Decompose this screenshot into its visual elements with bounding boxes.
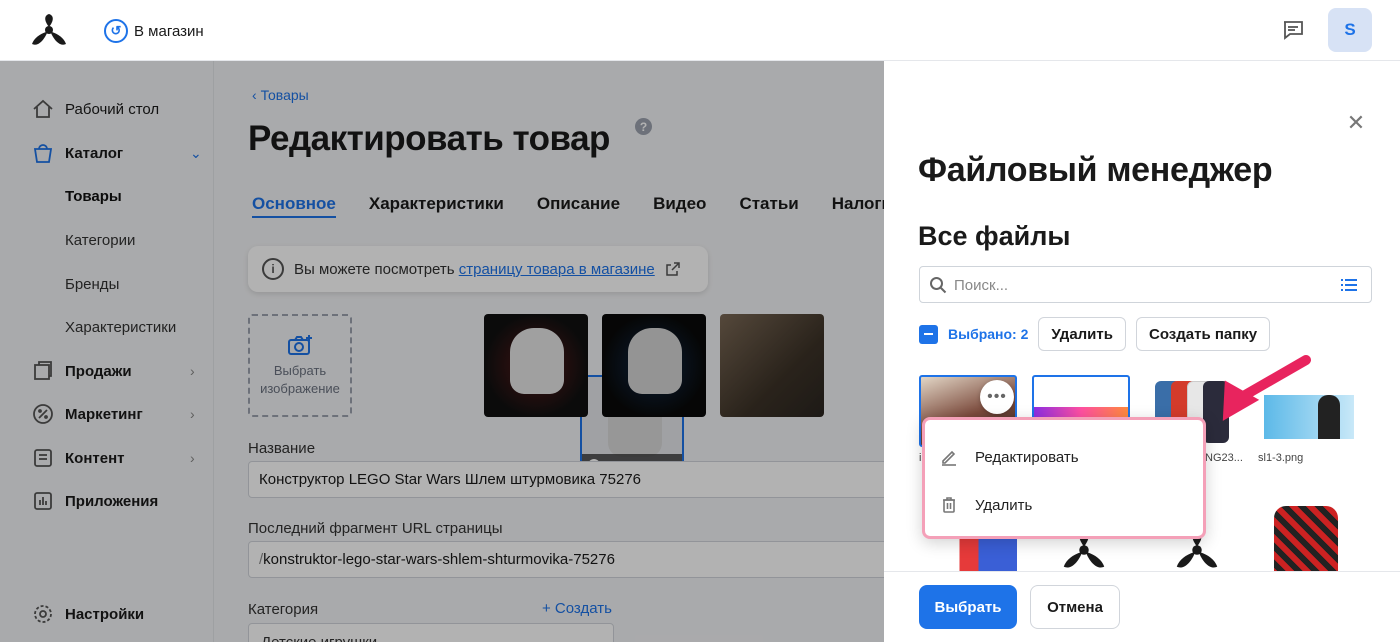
context-menu-delete[interactable]: Удалить	[939, 491, 1189, 519]
logo-icon[interactable]	[28, 12, 70, 48]
close-icon[interactable]: ✕	[1344, 110, 1368, 135]
create-folder-button[interactable]: Создать папку	[1135, 317, 1271, 351]
file-name: sl1-3.png	[1258, 452, 1304, 464]
delete-button[interactable]: Удалить	[1038, 317, 1126, 351]
selection-toolbar: Выбрано: 2 Удалить Создать папку	[919, 317, 1271, 351]
select-button[interactable]: Выбрать	[919, 585, 1017, 629]
context-menu: Редактировать Удалить	[922, 417, 1206, 539]
drawer-title: Файловый менеджер	[918, 151, 1273, 189]
context-menu-label: Удалить	[975, 496, 1033, 514]
context-menu-label: Редактировать	[975, 448, 1079, 466]
back-arrow-icon: ↺	[104, 19, 128, 43]
search-box	[919, 266, 1372, 303]
chat-icon[interactable]	[1282, 19, 1304, 41]
search-input[interactable]	[954, 275, 1314, 295]
modal-overlay[interactable]	[0, 61, 884, 642]
store-link-label: В магазин	[134, 22, 204, 40]
file-manager-drawer: ✕ Файловый менеджер Все файлы Выбрано: 2…	[884, 61, 1400, 642]
search-icon	[930, 277, 947, 294]
top-bar: ↺ В магазин S	[0, 0, 1400, 61]
cancel-button[interactable]: Отмена	[1030, 585, 1120, 629]
section-title: Все файлы	[918, 221, 1071, 251]
trash-icon	[943, 497, 955, 513]
store-link[interactable]: ↺ В магазин	[104, 19, 204, 43]
avatar[interactable]: S	[1328, 8, 1372, 52]
pencil-icon	[942, 450, 956, 466]
selected-count: Выбрано: 2	[948, 326, 1029, 342]
drawer-footer: Выбрать Отмена	[884, 571, 1400, 642]
context-menu-edit[interactable]: Редактировать	[939, 443, 1189, 471]
select-all-checkbox[interactable]	[919, 324, 938, 344]
list-view-icon[interactable]	[1340, 276, 1358, 294]
annotation-arrow-icon	[1222, 355, 1311, 421]
more-options-button[interactable]: •••	[980, 380, 1014, 414]
file-thumbnail[interactable]	[1274, 506, 1338, 571]
